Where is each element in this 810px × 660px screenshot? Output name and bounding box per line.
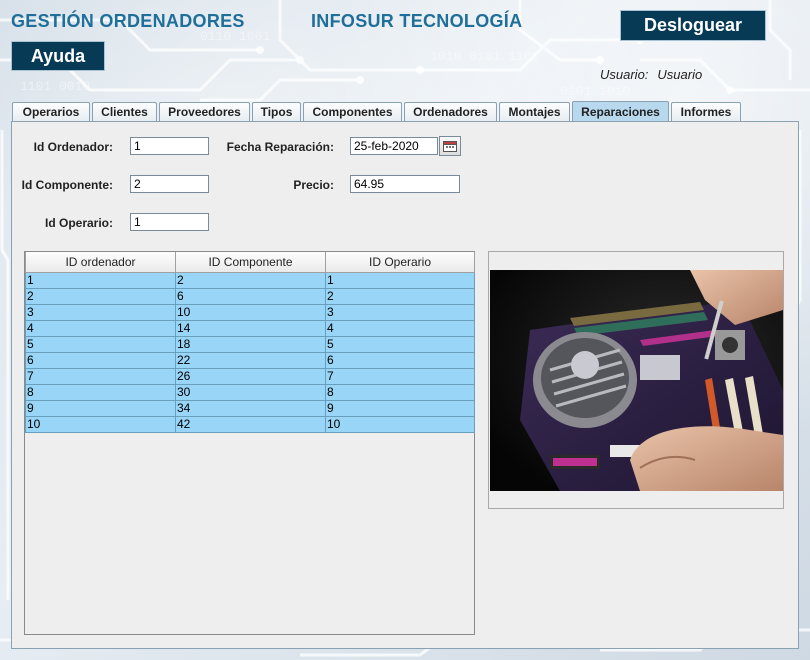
- svg-text:1010 0101 1101: 1010 0101 1101: [430, 49, 539, 64]
- table-cell: 10: [25, 415, 176, 433]
- table-cell: 6: [175, 287, 326, 305]
- precio-label: Precio:: [293, 178, 334, 192]
- table-cell: 3: [325, 303, 475, 321]
- table-cell: 1: [25, 271, 176, 289]
- tab-componentes[interactable]: Componentes: [303, 102, 402, 121]
- table-row[interactable]: 9 34 9: [25, 399, 475, 417]
- table-cell: 18: [175, 335, 326, 353]
- id-ordenador-input[interactable]: 1: [130, 137, 209, 155]
- table-cell: 2: [325, 287, 475, 305]
- svg-text:1101 0010: 1101 0010: [20, 79, 90, 94]
- table-cell: 10: [175, 303, 326, 321]
- image-panel: [488, 251, 784, 509]
- tab-clientes[interactable]: Clientes: [92, 102, 157, 121]
- table-header-row: ID ordenador ID Componente ID Operario: [25, 252, 475, 273]
- table-row[interactable]: 8 30 8: [25, 383, 475, 401]
- company-name: INFOSUR TECNOLOGÍA: [311, 11, 523, 31]
- fecha-reparacion-input[interactable]: 25-feb-2020: [350, 137, 438, 155]
- table-row[interactable]: 4 14 4: [25, 319, 475, 337]
- table-cell: 1: [325, 271, 475, 289]
- column-header-id-ordenador[interactable]: ID ordenador: [25, 252, 176, 273]
- table-cell: 7: [25, 367, 176, 385]
- table-cell: 4: [25, 319, 176, 337]
- table-row[interactable]: 3 10 3: [25, 303, 475, 321]
- svg-text:0101 1010: 0101 1010: [560, 84, 630, 99]
- tab-ordenadores[interactable]: Ordenadores: [404, 102, 497, 121]
- table-cell: 8: [325, 383, 475, 401]
- table-row[interactable]: 6 22 6: [25, 351, 475, 369]
- id-componente-input[interactable]: 2: [130, 175, 209, 193]
- id-operario-label: Id Operario:: [44, 216, 113, 230]
- table-row[interactable]: 10 42 10: [25, 415, 475, 433]
- tab-tipos[interactable]: Tipos: [252, 102, 301, 121]
- tab-reparaciones[interactable]: Reparaciones: [572, 101, 669, 121]
- table-cell: 34: [175, 399, 326, 417]
- user-info: Usuario: Usuario: [600, 67, 702, 82]
- table-cell: 22: [175, 351, 326, 369]
- calendar-icon: [443, 140, 457, 152]
- motherboard-illustration: [490, 270, 783, 491]
- id-ordenador-label: Id Ordenador:: [33, 140, 113, 154]
- calendar-button[interactable]: [439, 136, 461, 156]
- table-cell: 6: [325, 351, 475, 369]
- user-label: Usuario:: [600, 67, 649, 82]
- table-cell: 9: [25, 399, 176, 417]
- app-title: GESTIÓN ORDENADORES: [11, 11, 245, 31]
- logout-button[interactable]: Desloguear: [620, 10, 766, 41]
- table-cell: 3: [25, 303, 176, 321]
- motherboard-repair-photo: [490, 270, 783, 491]
- table-cell: 5: [325, 335, 475, 353]
- table-row[interactable]: 5 18 5: [25, 335, 475, 353]
- table-cell: 8: [25, 383, 176, 401]
- table-row[interactable]: 262: [25, 287, 475, 305]
- tab-informes[interactable]: Informes: [671, 102, 741, 121]
- table-row[interactable]: 7 26 7: [25, 367, 475, 385]
- tab-proveedores[interactable]: Proveedores: [159, 102, 250, 121]
- help-button[interactable]: Ayuda: [11, 41, 105, 71]
- fecha-reparacion-label: Fecha Reparación:: [226, 140, 334, 154]
- table-cell: 2: [175, 271, 326, 289]
- table-cell: 7: [325, 367, 475, 385]
- tab-montajes[interactable]: Montajes: [499, 102, 570, 121]
- table-cell: 10: [325, 415, 475, 433]
- tab-bar: Operarios Clientes Proveedores Tipos Com…: [12, 101, 743, 122]
- table-cell: 42: [175, 415, 326, 433]
- column-header-id-componente[interactable]: ID Componente: [175, 252, 326, 273]
- tab-operarios[interactable]: Operarios: [12, 102, 90, 121]
- table-cell: 9: [325, 399, 475, 417]
- id-operario-input[interactable]: 1: [130, 213, 209, 231]
- table-cell: 6: [25, 351, 176, 369]
- table-cell: 5: [25, 335, 176, 353]
- column-header-id-operario[interactable]: ID Operario: [325, 252, 475, 273]
- table-cell: 2: [25, 287, 176, 305]
- table-cell: 26: [175, 367, 326, 385]
- precio-input[interactable]: 64.95: [350, 175, 460, 193]
- table-cell: 30: [175, 383, 326, 401]
- table-cell: 4: [325, 319, 475, 337]
- table-row[interactable]: 121: [25, 271, 475, 289]
- user-name: Usuario: [657, 67, 703, 82]
- reparaciones-table[interactable]: ID ordenador ID Componente ID Operario 1…: [24, 251, 475, 635]
- id-componente-label: Id Componente:: [21, 178, 113, 192]
- table-cell: 14: [175, 319, 326, 337]
